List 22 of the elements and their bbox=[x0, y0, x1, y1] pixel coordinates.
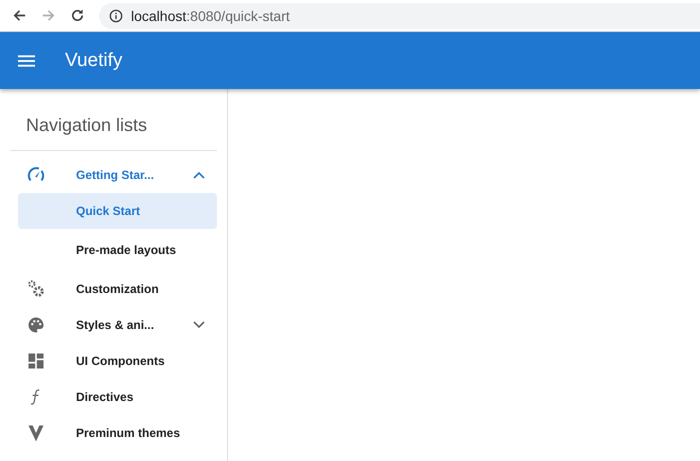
dashboard-icon bbox=[26, 351, 46, 371]
drawer-title: Navigation lists bbox=[25, 114, 148, 137]
back-icon[interactable] bbox=[12, 8, 27, 23]
menu-icon[interactable] bbox=[18, 54, 35, 66]
sub-item[interactable]: Pre-made layouts bbox=[18, 232, 217, 268]
info-icon bbox=[109, 8, 123, 22]
address-bar[interactable]: localhost:8080/quick-start bbox=[99, 2, 700, 28]
app-title: Vuetify bbox=[65, 50, 122, 72]
chevron-icon bbox=[193, 171, 205, 179]
sub-item[interactable]: Quick Start bbox=[18, 193, 217, 229]
nav-item[interactable]: Customization bbox=[10, 271, 217, 307]
url-text: localhost:8080/quick-start bbox=[131, 8, 290, 24]
chevron-icon bbox=[193, 321, 205, 329]
gears-icon bbox=[26, 279, 46, 299]
reload-icon[interactable] bbox=[70, 8, 85, 23]
nav-item[interactable]: Preminum themes bbox=[10, 415, 217, 451]
group-item[interactable]: Getting Star... bbox=[10, 157, 217, 193]
group-item[interactable]: Styles & ani... bbox=[10, 307, 217, 343]
vuetify-logo-icon bbox=[26, 423, 46, 443]
palette-icon bbox=[26, 315, 46, 335]
nav-item[interactable]: Directives bbox=[10, 379, 217, 415]
nav-item[interactable]: UI Components bbox=[10, 343, 217, 379]
